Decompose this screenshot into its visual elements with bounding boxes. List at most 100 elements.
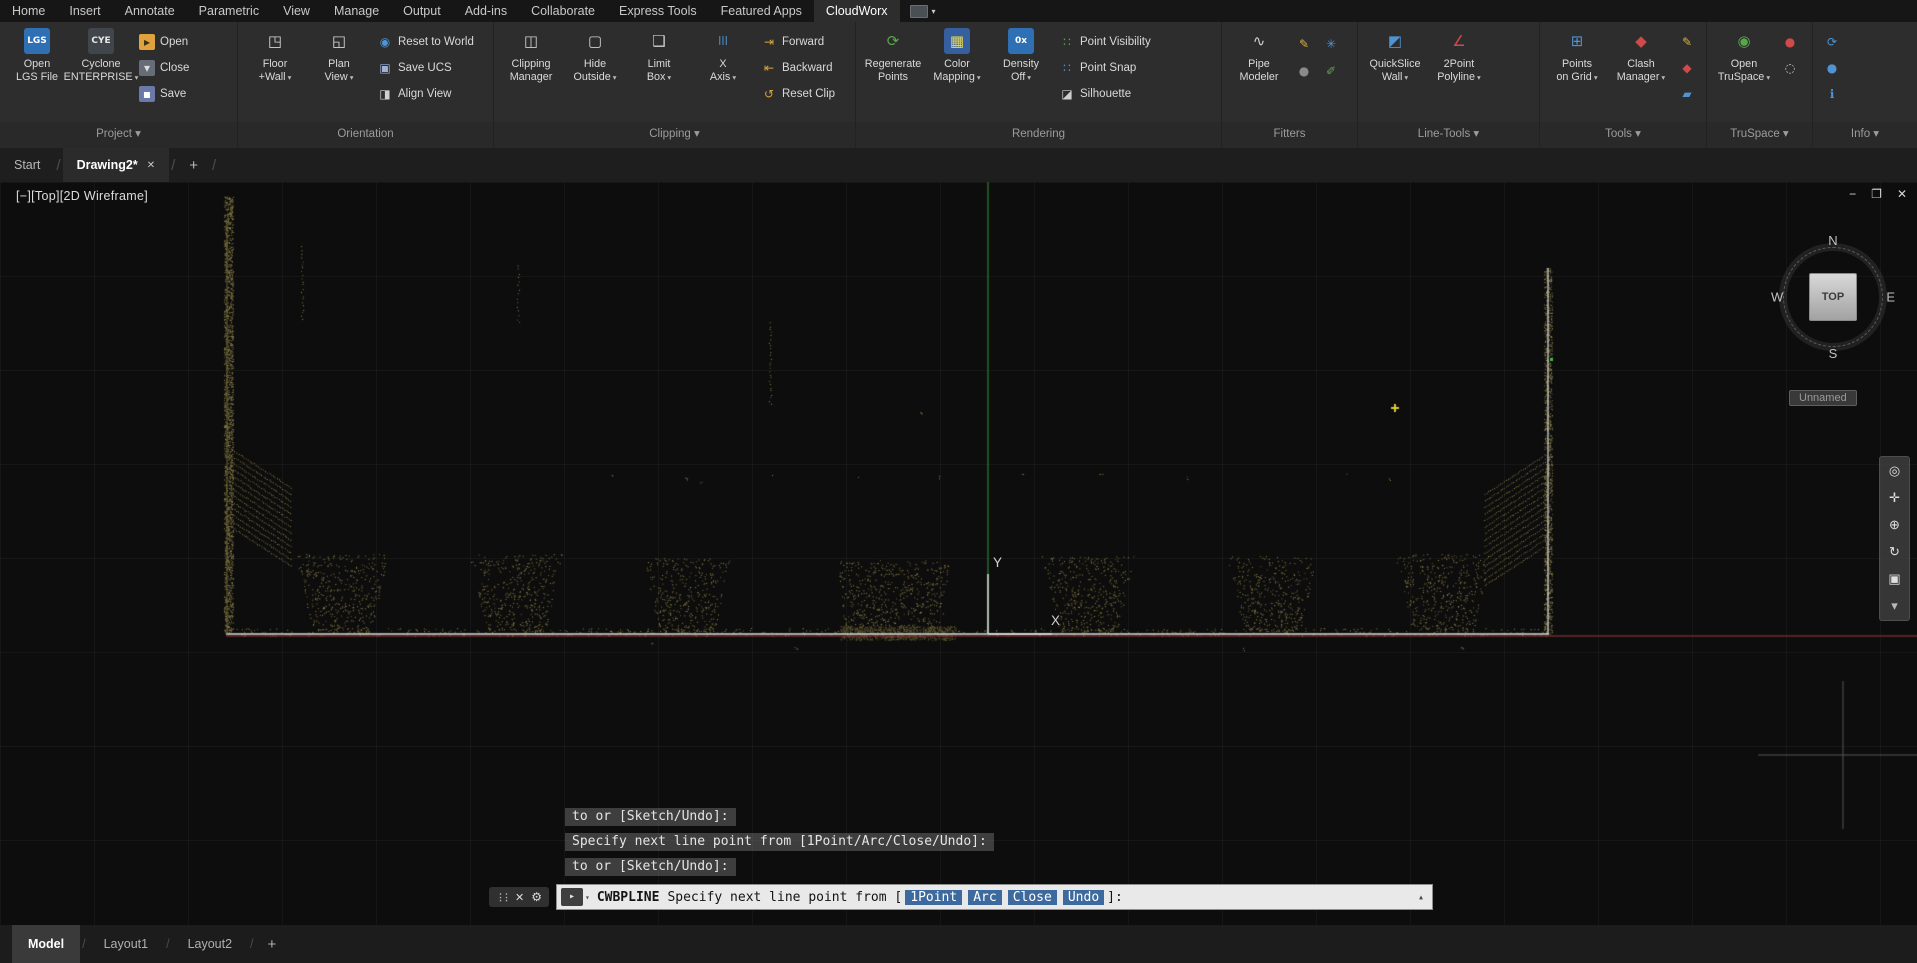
minimize-window-button[interactable]: − [1849, 187, 1856, 201]
ribbon-button-points-on-grid[interactable]: ⊞Pointson Grid▾ [1546, 25, 1608, 84]
menu-tab-annotate[interactable]: Annotate [113, 0, 187, 22]
nav-zoom-icon[interactable]: ⊕ [1880, 516, 1909, 534]
ribbon-button-x-axis[interactable]: |||XAxis▾ [692, 25, 754, 84]
ribbon-button-density-off[interactable]: 0xDensityOff▾ [990, 25, 1052, 84]
layout-tab-model[interactable]: Model [12, 925, 80, 963]
ribbon-button-tru-red[interactable]: ● [1777, 30, 1803, 54]
ribbon-button-open-lgs-file[interactable]: LGSOpenLGS File [6, 25, 68, 83]
recent-commands-icon[interactable]: ▸ [561, 888, 583, 906]
new-layout-button[interactable]: + [256, 936, 289, 953]
ribbon-button-save-ucs[interactable]: ▣Save UCS [372, 56, 479, 80]
ribbon-button-backward[interactable]: ⇤Backward [756, 56, 840, 80]
menu-tab-parametric[interactable]: Parametric [187, 0, 271, 22]
ribbon-button-cyclone-enterprise[interactable]: CYECycloneENTERPRISE▾ [70, 25, 132, 84]
ribbon-button-info-sync[interactable]: ⟳ [1819, 30, 1845, 54]
viewcube-west[interactable]: W [1771, 290, 1783, 305]
menu-tab-home[interactable]: Home [0, 0, 57, 22]
viewcube[interactable]: N S W E TOP [1770, 234, 1896, 360]
close-window-button[interactable]: ✕ [1897, 187, 1907, 201]
ribbon-button-open[interactable]: ▸Open [134, 30, 194, 54]
ribbon-button-tool-pencil[interactable]: ✎ [1674, 30, 1700, 54]
ribbon-button-color-mapping[interactable]: ▦ColorMapping▾ [926, 25, 988, 84]
customize-wrench-icon[interactable]: ⚙ [531, 890, 542, 904]
ribbon-button-floor-wall[interactable]: ◳Floor+Wall▾ [244, 25, 306, 84]
panel-label-rendering[interactable]: Rendering [856, 122, 1221, 148]
ribbon-button-info-i[interactable]: ℹ [1819, 82, 1845, 106]
ribbon-button-reset-to-world[interactable]: ◉Reset to World [372, 30, 479, 54]
command-prompt-icon[interactable]: ▸ ▾ [561, 888, 590, 906]
ribbon-button-clash-manager[interactable]: ◆ClashManager▾ [1610, 25, 1672, 84]
viewport-controls[interactable]: [−][Top][2D Wireframe] [16, 189, 148, 203]
viewcube-east[interactable]: E [1886, 290, 1895, 305]
menu-tab-express-tools[interactable]: Express Tools [607, 0, 709, 22]
ribbon-button-2point-polyline[interactable]: ∠2PointPolyline▾ [1428, 25, 1490, 84]
panel-label-truspace[interactable]: TruSpace ▾ [1707, 122, 1812, 148]
drag-grip-icon[interactable]: ⋮⋮ [496, 892, 508, 903]
ribbon-button-clipping-manager[interactable]: ◫ClippingManager [500, 25, 562, 83]
ribbon-button-info-dot[interactable]: ● [1819, 56, 1845, 80]
ribbon-button-fit-circle[interactable]: ● [1292, 59, 1316, 83]
menu-tab-manage[interactable]: Manage [322, 0, 391, 22]
ribbon-button-close[interactable]: ▾Close [134, 56, 194, 80]
panel-label-clipping[interactable]: Clipping ▾ [494, 122, 855, 148]
ribbon-button-fit-brush[interactable]: ✐ [1319, 59, 1343, 83]
ribbon-button-quickslice-wall[interactable]: ◩QuickSliceWall▾ [1364, 25, 1426, 84]
ribbon-button-save[interactable]: ▪Save [134, 82, 194, 106]
view-name-chip[interactable]: Unnamed [1789, 390, 1857, 406]
menu-tab-view[interactable]: View [271, 0, 322, 22]
ribbon-button-fit-star[interactable]: ✳ [1319, 32, 1343, 56]
ribbon-button-pipe-modeler[interactable]: ∿PipeModeler [1228, 25, 1290, 83]
ribbon-button-point-visibility[interactable]: ∷Point Visibility [1054, 30, 1156, 54]
close-command-bar-icon[interactable]: ✕ [515, 891, 524, 904]
panel-label-info[interactable]: Info ▾ [1813, 122, 1917, 148]
nav-wheel-icon[interactable]: ◎ [1880, 462, 1909, 480]
new-drawing-tab-button[interactable]: + [177, 157, 210, 174]
ribbon-button-silhouette[interactable]: ◪Silhouette [1054, 82, 1156, 106]
ribbon-button-open-truspace[interactable]: ◉OpenTruSpace▾ [1713, 25, 1775, 84]
viewcube-top-face[interactable]: TOP [1809, 273, 1857, 321]
panel-label-orientation[interactable]: Orientation [238, 122, 493, 148]
command-option-undo[interactable]: Undo [1063, 890, 1104, 905]
panel-label-line-tools[interactable]: Line-Tools ▾ [1358, 122, 1539, 148]
command-option-close[interactable]: Close [1008, 890, 1057, 905]
ribbon-button-plan-view[interactable]: ◱PlanView▾ [308, 25, 370, 84]
nav-motion-icon[interactable]: ▣ [1880, 570, 1909, 588]
viewcube-south[interactable]: S [1829, 346, 1838, 361]
drawing-viewport[interactable]: [−][Top][2D Wireframe] − ❐ ✕ N S W E TOP… [0, 182, 1917, 925]
ribbon-button-point-snap[interactable]: ∷Point Snap [1054, 56, 1156, 80]
ribbon-button-align-view[interactable]: ◨Align View [372, 82, 479, 106]
viewcube-north[interactable]: N [1828, 233, 1837, 248]
layout-tab-layout2[interactable]: Layout2 [172, 925, 248, 963]
panel-label-tools[interactable]: Tools ▾ [1540, 122, 1706, 148]
command-history-toggle[interactable]: ▴ [1418, 892, 1424, 903]
nav-pan-icon[interactable]: ✛ [1880, 489, 1909, 507]
ribbon-button-regenerate-points[interactable]: ⟳RegeneratePoints [862, 25, 924, 83]
ribbon-button-tool-red[interactable]: ◆ [1674, 56, 1700, 80]
layout-tab-layout1[interactable]: Layout1 [88, 925, 164, 963]
file-tab-drawing2[interactable]: Drawing2*✕ [63, 148, 170, 182]
menu-tab-insert[interactable]: Insert [57, 0, 112, 22]
ribbon-button-tool-blue[interactable]: ▰ [1674, 82, 1700, 106]
ribbon-button-hide-outside[interactable]: ▢HideOutside▾ [564, 25, 626, 84]
panel-label-project[interactable]: Project ▾ [0, 122, 237, 148]
ribbon-button-reset-clip[interactable]: ↺Reset Clip [756, 82, 840, 106]
command-option-1point[interactable]: 1Point [905, 890, 962, 905]
restore-window-button[interactable]: ❐ [1871, 187, 1882, 201]
menu-tab-cloudworx[interactable]: CloudWorx [814, 0, 900, 22]
command-input[interactable]: ▸ ▾ CWBPLINE Specify next line point fro… [556, 884, 1433, 910]
menu-tab-add-ins[interactable]: Add-ins [453, 0, 519, 22]
ribbon-button-tru-gray[interactable]: ◌ [1777, 56, 1803, 80]
command-option-arc[interactable]: Arc [968, 890, 1001, 905]
command-bar-handle[interactable]: ⋮⋮ ✕ ⚙ [489, 887, 549, 907]
menu-tab-collaborate[interactable]: Collaborate [519, 0, 607, 22]
close-tab-icon[interactable]: ✕ [147, 160, 155, 171]
workspace-switcher[interactable]: ▾ [900, 0, 946, 22]
nav-more-icon[interactable]: ▾ [1880, 597, 1909, 615]
ribbon-button-forward[interactable]: ⇥Forward [756, 30, 840, 54]
ribbon-button-limit-box[interactable]: ❑LimitBox▾ [628, 25, 690, 84]
panel-label-fitters[interactable]: Fitters [1222, 122, 1357, 148]
menu-tab-featured-apps[interactable]: Featured Apps [709, 0, 814, 22]
file-tab-start[interactable]: Start [0, 148, 54, 182]
menu-tab-output[interactable]: Output [391, 0, 453, 22]
ribbon-button-fit-pencil[interactable]: ✎ [1292, 32, 1316, 56]
